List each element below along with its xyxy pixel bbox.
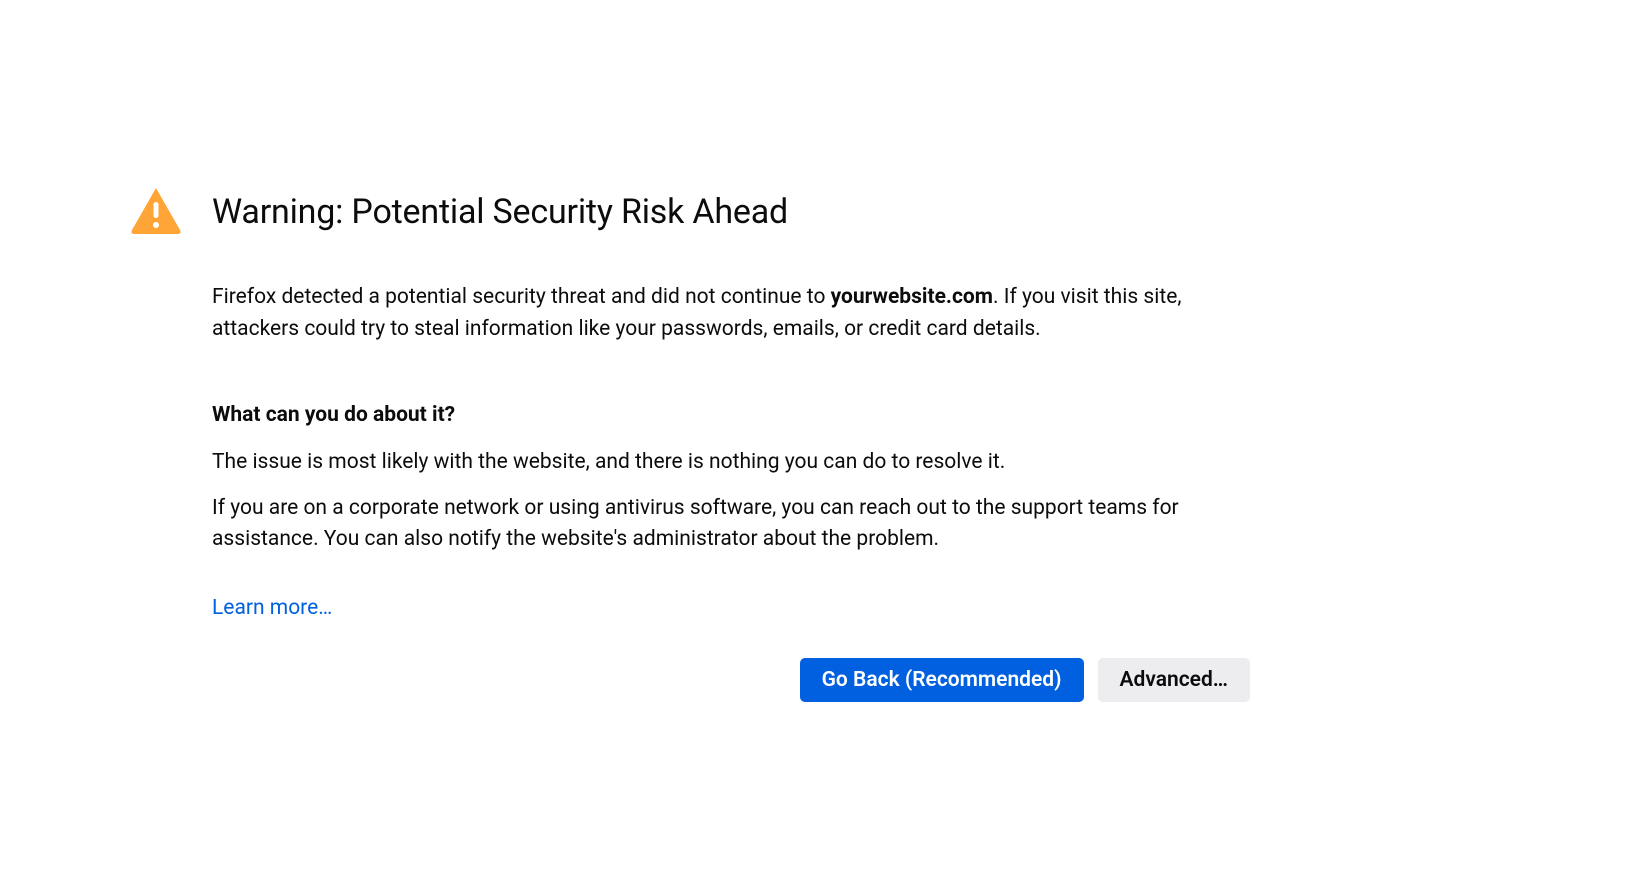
intro-paragraph: Firefox detected a potential security th…: [212, 282, 1250, 345]
intro-domain: yourwebsite.com: [831, 285, 993, 309]
advanced-button[interactable]: Advanced…: [1098, 658, 1251, 702]
page-title: Warning: Potential Security Risk Ahead: [212, 192, 788, 232]
body-paragraph-1: The issue is most likely with the websit…: [212, 447, 1250, 479]
content-area: Firefox detected a potential security th…: [212, 282, 1250, 702]
intro-text-pre: Firefox detected a potential security th…: [212, 285, 831, 309]
go-back-button[interactable]: Go Back (Recommended): [800, 658, 1084, 702]
header-row: Warning: Potential Security Risk Ahead: [130, 186, 1250, 238]
button-row: Go Back (Recommended) Advanced…: [212, 658, 1250, 702]
body-paragraph-2: If you are on a corporate network or usi…: [212, 493, 1250, 556]
security-warning-page: Warning: Potential Security Risk Ahead F…: [0, 0, 1250, 702]
subheading: What can you do about it?: [212, 403, 1250, 427]
learn-more-link[interactable]: Learn more…: [212, 596, 332, 620]
warning-triangle-icon: [130, 186, 182, 238]
